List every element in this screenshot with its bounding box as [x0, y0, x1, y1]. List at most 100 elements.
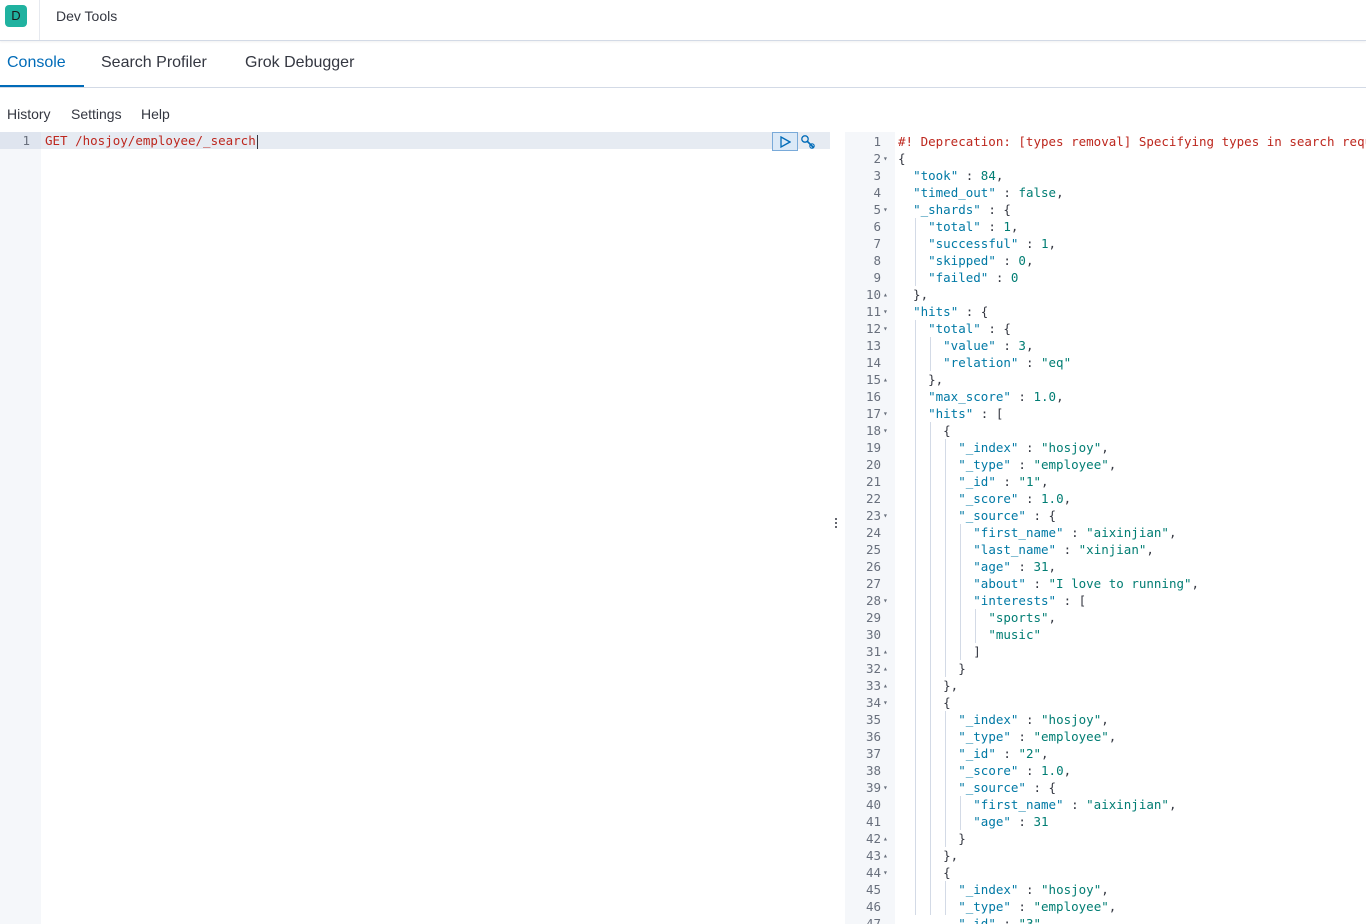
fold-caret-icon[interactable]: ▾	[883, 779, 891, 796]
unfold-caret-icon[interactable]: ▴	[883, 286, 891, 303]
settings-link[interactable]: Settings	[71, 106, 122, 122]
response-line[interactable]: 29 "sports",	[845, 609, 1366, 626]
response-line[interactable]: 32 ▴ }	[845, 660, 1366, 677]
response-line-text: "total" : 1,	[928, 219, 1019, 234]
response-line[interactable]: 3 "took" : 84,	[845, 167, 1366, 184]
response-line[interactable]: 19 "_index" : "hosjoy",	[845, 439, 1366, 456]
response-line[interactable]: 24 "first_name" : "aixinjian",	[845, 524, 1366, 541]
response-line-number: 33	[865, 678, 881, 693]
response-line[interactable]: 22 "_score" : 1.0,	[845, 490, 1366, 507]
fold-caret-icon[interactable]: ▾	[883, 405, 891, 422]
response-line-text: "_id" : "3",	[958, 916, 1049, 924]
response-line[interactable]: 38 "_score" : 1.0,	[845, 762, 1366, 779]
response-line[interactable]: 14 "relation" : "eq"	[845, 354, 1366, 371]
unfold-caret-icon[interactable]: ▴	[883, 660, 891, 677]
response-line-number: 3	[873, 168, 881, 183]
response-line-number: 4	[873, 185, 881, 200]
response-line[interactable]: 41 "age" : 31	[845, 813, 1366, 830]
response-line[interactable]: 30 "music"	[845, 626, 1366, 643]
unfold-caret-icon[interactable]: ▴	[883, 830, 891, 847]
unfold-caret-icon[interactable]: ▴	[883, 677, 891, 694]
response-line[interactable]: 5 ▾ "_shards" : {	[845, 201, 1366, 218]
response-line[interactable]: 15 ▴ },	[845, 371, 1366, 388]
response-line-number: 37	[865, 746, 881, 761]
response-line-number: 31	[865, 644, 881, 659]
response-line[interactable]: 33 ▴ },	[845, 677, 1366, 694]
fold-caret-icon[interactable]: ▾	[883, 422, 891, 439]
fold-caret-icon[interactable]: ▾	[883, 303, 891, 320]
fold-caret-icon[interactable]: ▾	[883, 864, 891, 881]
help-link[interactable]: Help	[141, 106, 170, 122]
response-line-text: },	[898, 678, 959, 693]
tab-grok-debugger[interactable]: Grok Debugger	[245, 54, 354, 72]
unfold-caret-icon[interactable]: ▴	[883, 643, 891, 660]
response-line[interactable]: 12 ▾ "total" : {	[845, 320, 1366, 337]
response-line[interactable]: 36 "_type" : "employee",	[845, 728, 1366, 745]
response-line[interactable]: 47 "_id" : "3",	[845, 915, 1366, 924]
tab-search-profiler[interactable]: Search Profiler	[101, 54, 207, 72]
response-line[interactable]: 1 #! Deprecation: [types removal] Specify…	[845, 133, 1366, 150]
fold-caret-icon[interactable]: ▾	[883, 320, 891, 337]
response-line[interactable]: 46 "_type" : "employee",	[845, 898, 1366, 915]
top-header: D Dev Tools	[0, 0, 1366, 41]
request-options-button[interactable]	[799, 133, 817, 151]
fold-caret-icon[interactable]: ▾	[883, 694, 891, 711]
response-line[interactable]: 34 ▾ {	[845, 694, 1366, 711]
response-line[interactable]: 35 "_index" : "hosjoy",	[845, 711, 1366, 728]
fold-caret-icon[interactable]: ▾	[883, 507, 891, 524]
response-line[interactable]: 13 "value" : 3,	[845, 337, 1366, 354]
send-request-button[interactable]	[772, 132, 798, 151]
response-line-text: "_source" : {	[958, 508, 1057, 523]
response-line-number: 7	[873, 236, 881, 251]
response-line[interactable]: 11 ▾ "hits" : {	[845, 303, 1366, 320]
response-line[interactable]: 8 "skipped" : 0,	[845, 252, 1366, 269]
response-line[interactable]: 28 ▾ "interests" : [	[845, 592, 1366, 609]
fold-caret-icon[interactable]: ▾	[883, 592, 891, 609]
response-line[interactable]: 23 ▾ "_source" : {	[845, 507, 1366, 524]
response-editor[interactable]: 1 #! Deprecation: [types removal] Specify…	[845, 132, 1366, 924]
response-line[interactable]: 2 ▾ {	[845, 150, 1366, 167]
response-line-text: }	[898, 661, 966, 676]
response-line[interactable]: 42 ▴ }	[845, 830, 1366, 847]
response-line[interactable]: 4 "timed_out" : false,	[845, 184, 1366, 201]
response-line-number: 1	[873, 134, 881, 149]
response-line[interactable]: 39 ▾ "_source" : {	[845, 779, 1366, 796]
response-line[interactable]: 10 ▴ },	[845, 286, 1366, 303]
response-line-number: 47	[865, 916, 881, 924]
fold-caret-icon[interactable]: ▾	[883, 201, 891, 218]
response-line-text: "_shards" : {	[913, 202, 1011, 217]
space-avatar[interactable]: D	[5, 5, 27, 27]
response-line[interactable]: 26 "age" : 31,	[845, 558, 1366, 575]
response-line[interactable]: 16 "max_score" : 1.0,	[845, 388, 1366, 405]
response-line[interactable]: 43 ▴ },	[845, 847, 1366, 864]
panel-resizer[interactable]	[830, 132, 845, 924]
response-line[interactable]: 17 ▾ "hits" : [	[845, 405, 1366, 422]
tab-console[interactable]: Console	[7, 54, 66, 72]
response-line-text: "relation" : "eq"	[943, 355, 1072, 370]
response-line[interactable]: 20 "_type" : "employee",	[845, 456, 1366, 473]
response-line[interactable]: 25 "last_name" : "xinjian",	[845, 541, 1366, 558]
response-line-number: 14	[865, 355, 881, 370]
response-line[interactable]: 18 ▾ {	[845, 422, 1366, 439]
response-line[interactable]: 6 "total" : 1,	[845, 218, 1366, 235]
response-line[interactable]: 7 "successful" : 1,	[845, 235, 1366, 252]
history-link[interactable]: History	[7, 106, 51, 122]
response-line[interactable]: 40 "first_name" : "aixinjian",	[845, 796, 1366, 813]
fold-caret-icon[interactable]: ▾	[883, 150, 891, 167]
response-line[interactable]: 44 ▾ {	[845, 864, 1366, 881]
response-line[interactable]: 31 ▴ ]	[845, 643, 1366, 660]
response-line[interactable]: 37 "_id" : "2",	[845, 745, 1366, 762]
request-line[interactable]: GET /hosjoy/employee/_search	[45, 132, 258, 149]
unfold-caret-icon[interactable]: ▴	[883, 371, 891, 388]
response-line-text: "max_score" : 1.0,	[928, 389, 1064, 404]
response-line[interactable]: 27 "about" : "I love to running",	[845, 575, 1366, 592]
request-line-number: 1	[22, 133, 30, 148]
response-line-number: 26	[865, 559, 881, 574]
request-editor[interactable]: 1 GET /hosjoy/employee/_search	[0, 132, 830, 924]
response-line[interactable]: 45 "_index" : "hosjoy",	[845, 881, 1366, 898]
response-line[interactable]: 21 "_id" : "1",	[845, 473, 1366, 490]
unfold-caret-icon[interactable]: ▴	[883, 847, 891, 864]
response-line-text: "first_name" : "aixinjian",	[973, 525, 1177, 540]
response-line[interactable]: 9 "failed" : 0	[845, 269, 1366, 286]
response-line-number: 9	[873, 270, 881, 285]
